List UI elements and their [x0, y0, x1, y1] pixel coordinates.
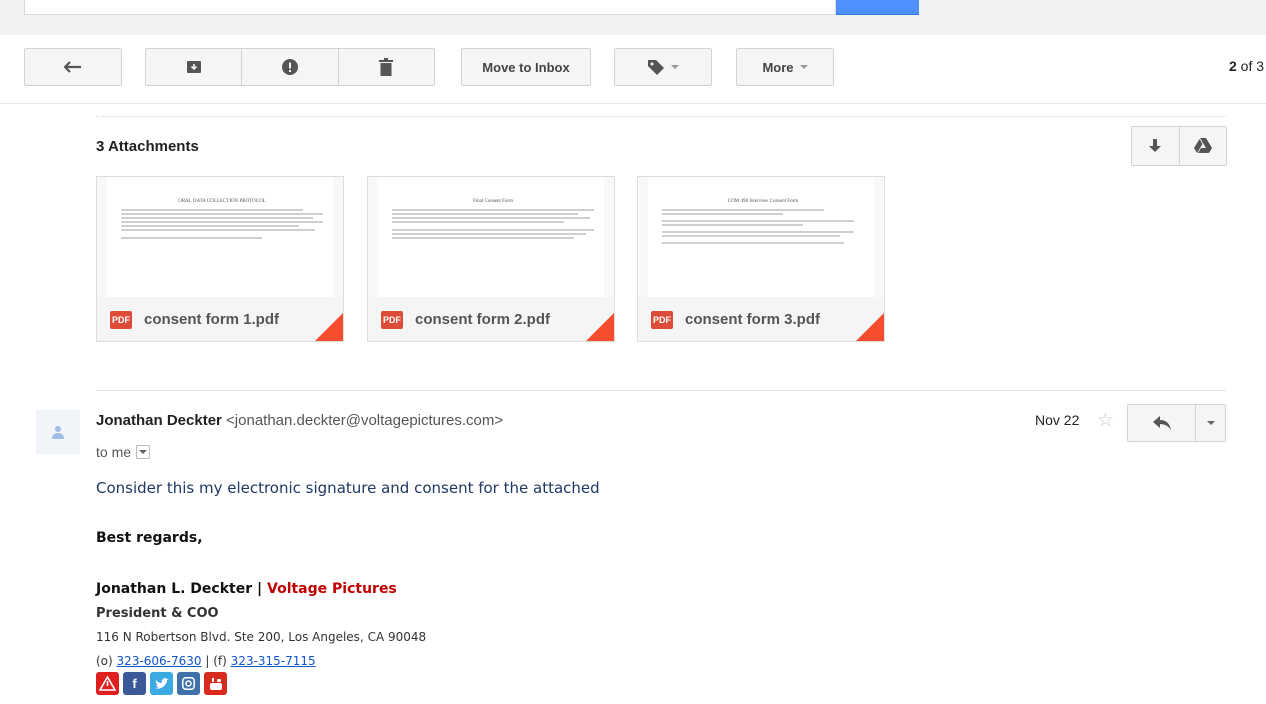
signature-company: Voltage Pictures: [267, 581, 397, 597]
corner-fold-icon: [315, 313, 343, 341]
attachment-card[interactable]: COM 498 Interview Consent Form PDF conse…: [637, 176, 885, 342]
search-button[interactable]: [836, 0, 919, 15]
star-icon[interactable]: ☆: [1097, 409, 1114, 432]
message-date: Nov 22: [1035, 412, 1080, 428]
labels-button[interactable]: [614, 48, 712, 86]
chevron-down-icon: [671, 65, 679, 69]
attachment-preview: COM 498 Interview Consent Form: [638, 177, 884, 297]
phone-link[interactable]: 323-606-7630: [117, 654, 202, 668]
toolbar-divider: [0, 103, 1266, 104]
attachment-filename: consent form 1.pdf: [144, 311, 280, 328]
action-button-group: [145, 48, 435, 86]
label-icon: [648, 60, 664, 75]
download-all-button[interactable]: [1132, 127, 1180, 165]
report-spam-button[interactable]: [242, 49, 339, 85]
counter-rest: of 3: [1236, 58, 1265, 74]
recipient-label: to me: [96, 444, 132, 460]
attachment-preview: ORAL DATA COLLECTION PROTOCOL: [97, 177, 343, 297]
show-details-button[interactable]: [136, 445, 151, 459]
signature-address: 116 N Robertson Blvd. Ste 200, Los Angel…: [96, 630, 427, 644]
fax-link[interactable]: 323-315-7115: [231, 654, 316, 668]
message-divider: [96, 390, 1226, 391]
attachment-filename: consent form 3.pdf: [685, 311, 821, 328]
signature-title: President & COO: [96, 606, 219, 621]
attachment-actions: [1131, 126, 1227, 166]
drive-icon: [1193, 138, 1212, 153]
sender-email: <jonathan.deckter@voltagepictures.com>: [226, 412, 504, 429]
counter-current: 2: [1229, 58, 1237, 74]
spam-icon: [281, 59, 298, 75]
download-icon: [1149, 139, 1162, 152]
search-input[interactable]: [24, 0, 836, 15]
chevron-down-icon: [1206, 421, 1215, 425]
preview-title: COM 498 Interview Consent Form: [727, 199, 799, 204]
message-body: Consider this my electronic signature an…: [96, 479, 600, 497]
delete-button[interactable]: [339, 49, 434, 85]
attachment-preview: Final Consent Form: [368, 177, 614, 297]
twitter-icon[interactable]: [150, 672, 173, 695]
attachments-title: 3 Attachments: [96, 138, 199, 155]
reply-button[interactable]: [1128, 405, 1196, 441]
trash-icon: [379, 58, 394, 76]
more-label: More: [762, 59, 794, 75]
youtube-icon[interactable]: [204, 672, 227, 695]
fax-prefix: | (f): [205, 654, 227, 668]
pdf-icon: PDF: [110, 310, 132, 329]
preview-title: ORAL DATA COLLECTION PROTOCOL: [178, 199, 266, 204]
attachments-divider: [96, 116, 1226, 117]
preview-title: Final Consent Form: [472, 199, 513, 204]
chevron-down-icon: [139, 450, 148, 454]
more-button[interactable]: More: [736, 48, 834, 86]
chevron-down-icon: [799, 65, 808, 69]
closing: Best regards,: [96, 530, 203, 546]
message-counter: 2 of 3: [1229, 58, 1264, 74]
sender-line: Jonathan Deckter <jonathan.deckter@volta…: [96, 412, 503, 429]
avatar[interactable]: [36, 410, 80, 454]
avatar-icon: [52, 426, 64, 439]
more-reply-options-button[interactable]: [1196, 405, 1225, 441]
signature-name-line: Jonathan L. Deckter | Voltage Pictures: [96, 581, 397, 597]
social-links: f: [96, 672, 227, 695]
move-to-inbox-label: Move to Inbox: [482, 59, 570, 75]
back-button[interactable]: [24, 48, 122, 86]
reply-icon: [1152, 416, 1171, 430]
phone-prefix: (o): [96, 654, 113, 668]
sender-name[interactable]: Jonathan Deckter: [96, 412, 222, 429]
pdf-icon: PDF: [651, 310, 673, 329]
reply-button-group: [1127, 404, 1226, 442]
pdf-icon: PDF: [381, 310, 403, 329]
save-to-drive-button[interactable]: [1180, 127, 1227, 165]
signature-name: Jonathan L. Deckter: [96, 581, 253, 597]
facebook-icon[interactable]: f: [123, 672, 146, 695]
corner-fold-icon: [586, 313, 614, 341]
voltage-icon[interactable]: [96, 672, 119, 695]
attachment-card[interactable]: Final Consent Form PDF consent form 2.pd…: [367, 176, 615, 342]
attachment-card[interactable]: ORAL DATA COLLECTION PROTOCOL PDF consen…: [96, 176, 344, 342]
corner-fold-icon: [856, 313, 884, 341]
move-to-inbox-button[interactable]: Move to Inbox: [461, 48, 591, 86]
archive-button[interactable]: [146, 49, 243, 85]
signature-separator: |: [257, 581, 263, 597]
back-arrow-icon: [64, 61, 81, 73]
attachment-filename: consent form 2.pdf: [415, 311, 551, 328]
signature-phones: (o) 323-606-7630 | (f) 323-315-7115: [96, 654, 316, 668]
archive-icon: [186, 61, 201, 73]
instagram-icon[interactable]: [177, 672, 200, 695]
recipient-line: to me: [96, 444, 151, 460]
top-bar: [0, 0, 1266, 35]
